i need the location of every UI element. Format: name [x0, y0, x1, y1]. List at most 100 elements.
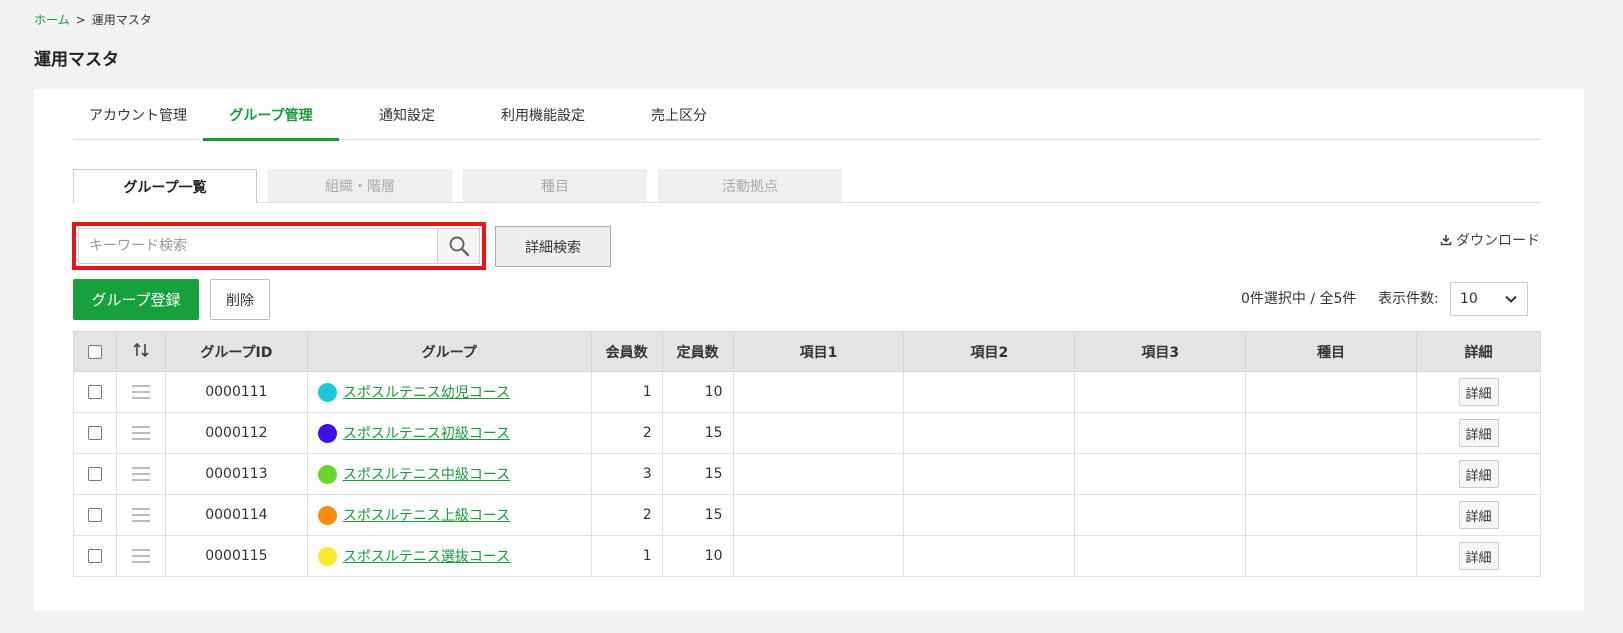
tab-sales-category[interactable]: 売上区分 — [611, 89, 747, 140]
drag-handle-icon[interactable] — [131, 385, 150, 399]
header-item2: 項目2 — [903, 331, 1076, 372]
header-detail: 詳細 — [1416, 331, 1541, 372]
group-name-link[interactable]: スポスルテニス選抜コース — [343, 546, 510, 566]
search-icon — [449, 236, 469, 257]
item3-cell — [1074, 494, 1247, 536]
tab-notification-settings[interactable]: 通知設定 — [339, 89, 475, 140]
capacity: 10 — [661, 535, 734, 577]
item1-cell — [732, 453, 905, 495]
row-detail-button[interactable]: 詳細 — [1458, 378, 1499, 406]
item1-cell — [732, 412, 905, 454]
delete-button[interactable]: 削除 — [210, 279, 270, 320]
group-color-dot — [317, 505, 337, 525]
download-label: ダウンロード — [1456, 233, 1540, 249]
capacity: 15 — [661, 412, 734, 454]
group-color-dot — [317, 382, 337, 402]
capacity: 15 — [661, 453, 734, 495]
subtab-group-list[interactable]: グループ一覧 — [73, 169, 257, 203]
row-checkbox[interactable] — [87, 508, 102, 522]
per-page-value: 10 — [1460, 291, 1478, 307]
table-row: 0000115 スポスルテニス選抜コース 1 10 詳細 — [73, 535, 1541, 577]
main-panel: アカウント管理 グループ管理 通知設定 利用機能設定 売上区分 グループ一覧 組… — [34, 89, 1584, 611]
event-cell — [1245, 494, 1417, 536]
row-detail-button[interactable]: 詳細 — [1458, 460, 1499, 488]
subtab-organization-hierarchy[interactable]: 組織・階層 — [268, 169, 452, 202]
breadcrumb-separator: > — [75, 12, 86, 27]
group-id: 0000111 — [164, 371, 308, 413]
row-checkbox[interactable] — [87, 385, 102, 399]
drag-handle-icon[interactable] — [131, 549, 150, 563]
search-box — [78, 228, 480, 264]
event-cell — [1245, 453, 1417, 495]
item1-cell — [732, 535, 905, 577]
row-detail-button[interactable]: 詳細 — [1458, 542, 1499, 570]
group-name-link[interactable]: スポスルテニス上級コース — [343, 505, 510, 525]
download-icon — [1440, 235, 1452, 246]
group-id: 0000115 — [164, 535, 308, 577]
page-title: 運用マスタ — [34, 50, 119, 70]
sub-tabs: グループ一覧 組織・階層 種目 活動拠点 — [73, 169, 1541, 203]
group-name-link[interactable]: スポスルテニス初級コース — [343, 423, 510, 443]
chevron-down-icon — [1505, 295, 1517, 303]
header-capacity: 定員数 — [661, 331, 734, 372]
table-row: 0000114 スポスルテニス上級コース 2 15 詳細 — [73, 494, 1541, 536]
breadcrumb: ホーム > 運用マスタ — [34, 11, 152, 28]
search-button[interactable] — [437, 229, 479, 263]
item2-cell — [903, 371, 1076, 413]
per-page-label: 表示件数: — [1378, 291, 1439, 307]
event-cell — [1245, 535, 1417, 577]
breadcrumb-home-link[interactable]: ホーム — [34, 11, 70, 28]
group-id: 0000112 — [164, 412, 308, 454]
group-register-button[interactable]: グループ登録 — [73, 279, 199, 320]
row-detail-button[interactable]: 詳細 — [1458, 501, 1499, 529]
header-members: 会員数 — [590, 331, 663, 372]
event-cell — [1245, 371, 1417, 413]
item2-cell — [903, 453, 1076, 495]
header-sort — [115, 331, 166, 372]
header-group-id: グループID — [164, 331, 308, 372]
capacity: 10 — [661, 371, 734, 413]
item2-cell — [903, 412, 1076, 454]
drag-handle-icon[interactable] — [131, 467, 150, 481]
group-color-dot — [317, 423, 337, 443]
header-group: グループ — [306, 331, 592, 372]
item3-cell — [1074, 453, 1247, 495]
detail-search-button[interactable]: 詳細検索 — [495, 226, 611, 267]
main-tabs: アカウント管理 グループ管理 通知設定 利用機能設定 売上区分 — [73, 89, 1541, 141]
drag-handle-icon[interactable] — [131, 426, 150, 440]
tab-account-management[interactable]: アカウント管理 — [73, 89, 203, 140]
row-detail-button[interactable]: 詳細 — [1458, 419, 1499, 447]
sort-arrows-icon[interactable] — [132, 342, 150, 358]
group-name-link[interactable]: スポスルテニス中級コース — [343, 464, 510, 484]
group-color-dot — [317, 546, 337, 566]
download-button[interactable]: ダウンロード — [1440, 230, 1540, 250]
item3-cell — [1074, 412, 1247, 454]
item3-cell — [1074, 535, 1247, 577]
row-checkbox[interactable] — [87, 467, 102, 481]
drag-handle-icon[interactable] — [131, 508, 150, 522]
item1-cell — [732, 371, 905, 413]
search-input[interactable] — [79, 229, 437, 263]
per-page-select[interactable]: 10 — [1450, 282, 1528, 316]
tab-feature-settings[interactable]: 利用機能設定 — [475, 89, 611, 140]
item2-cell — [903, 535, 1076, 577]
header-item1: 項目1 — [732, 331, 905, 372]
select-all-checkbox[interactable] — [87, 344, 102, 359]
row-checkbox[interactable] — [87, 426, 102, 440]
member-count: 2 — [590, 494, 663, 536]
member-count: 1 — [590, 535, 663, 577]
subtab-event[interactable]: 種目 — [463, 169, 647, 202]
table-header-row: グループID グループ 会員数 定員数 項目1 項目2 項目3 種目 詳細 — [73, 331, 1541, 372]
item3-cell — [1074, 371, 1247, 413]
table-row: 0000112 スポスルテニス初級コース 2 15 詳細 — [73, 412, 1541, 454]
tab-group-management[interactable]: グループ管理 — [203, 89, 339, 141]
item2-cell — [903, 494, 1076, 536]
member-count: 3 — [590, 453, 663, 495]
selection-info: 0件選択中 / 全5件 — [1241, 291, 1357, 307]
group-id: 0000113 — [164, 453, 308, 495]
search-highlight-frame — [72, 222, 486, 270]
subtab-activity-base[interactable]: 活動拠点 — [658, 169, 842, 202]
row-checkbox[interactable] — [87, 549, 102, 563]
header-select-all — [73, 331, 117, 372]
group-name-link[interactable]: スポスルテニス幼児コース — [343, 382, 510, 402]
